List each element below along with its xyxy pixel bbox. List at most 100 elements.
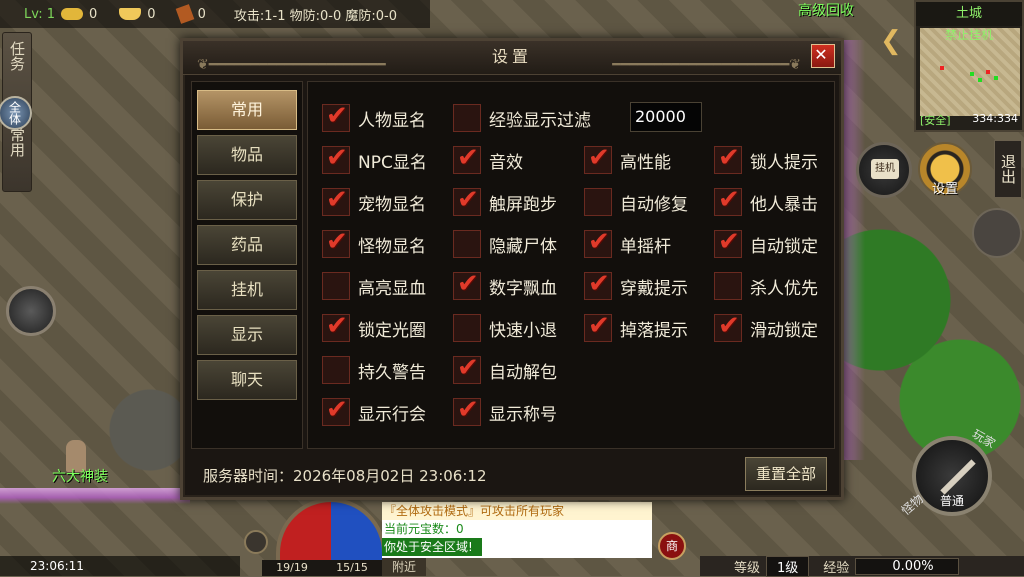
option-label: 杀人优先 xyxy=(750,278,818,299)
settings-gear-button[interactable]: 设置 xyxy=(918,142,972,197)
checkbox[interactable] xyxy=(322,356,350,384)
option-drop-hint[interactable]: 掉落提示 xyxy=(584,311,688,344)
checkbox[interactable] xyxy=(322,143,350,174)
checkbox[interactable] xyxy=(322,395,350,426)
token-icon xyxy=(175,4,194,24)
dialog-titlebar: ❦━━━━━━━━━━━━━━━━━━━━━ 设置 ━━━━━━━━━━━━━━… xyxy=(183,41,841,75)
checkbox[interactable] xyxy=(322,227,350,258)
checkbox[interactable] xyxy=(453,269,481,300)
option-auto-lock[interactable]: 自动锁定 xyxy=(714,227,818,260)
hp-value: 19/19 xyxy=(276,561,308,574)
option-lock-ring[interactable]: 锁定光圈 xyxy=(322,311,426,344)
option-label: 音效 xyxy=(489,152,523,173)
option-label: 人物显名 xyxy=(358,110,426,131)
checkbox[interactable] xyxy=(584,227,612,258)
tab-items[interactable]: 物品 xyxy=(197,135,297,175)
tab-common[interactable]: 常用 xyxy=(197,90,297,130)
checkbox[interactable] xyxy=(453,353,481,384)
minimap[interactable]: 土城 禁止挂机 [安全] 334:334 xyxy=(914,0,1024,132)
combat-stats: 攻击:1-1 物防:0-0 魔防:0-0 xyxy=(233,8,397,24)
option-label: 自动解包 xyxy=(489,362,557,383)
nearby-chat-tab[interactable]: 附近 xyxy=(382,558,426,576)
option-pk-priority[interactable]: 杀人优先 xyxy=(714,270,818,302)
monster-dot-icon xyxy=(986,70,990,74)
option-highlight-hp[interactable]: 高亮显血 xyxy=(322,270,426,302)
checkbox[interactable] xyxy=(714,311,742,342)
chevron-left-icon[interactable]: ❮ xyxy=(880,26,902,56)
chat-line: 『全体攻击模式』可攻击所有玩家 xyxy=(382,502,652,520)
option-label: NPC显名 xyxy=(358,152,427,173)
option-label: 显示行会 xyxy=(358,404,426,425)
checkbox[interactable] xyxy=(584,143,612,174)
npc-name[interactable]: 六大神装 xyxy=(52,466,108,486)
option-label: 他人暴击 xyxy=(750,194,818,215)
settings-dialog: ❦━━━━━━━━━━━━━━━━━━━━━ 设置 ━━━━━━━━━━━━━━… xyxy=(180,38,844,500)
settings-tab-list: 常用 物品 保护 药品 挂机 显示 聊天 xyxy=(191,81,303,449)
grid-menu-icon[interactable] xyxy=(972,208,1022,258)
option-auto-unpack[interactable]: 自动解包 xyxy=(453,353,557,386)
checkbox[interactable] xyxy=(584,269,612,300)
chat-log[interactable]: 『全体攻击模式』可攻击所有玩家 当前元宝数：0 你处于安全区域! xyxy=(382,502,652,558)
exit-button[interactable]: 退出 xyxy=(994,140,1022,198)
option-npc-name[interactable]: NPC显名 xyxy=(322,143,427,176)
checkbox[interactable] xyxy=(584,188,612,216)
checkbox[interactable] xyxy=(322,272,350,300)
option-label: 隐藏尸体 xyxy=(489,236,557,257)
reset-all-button[interactable]: 重置全部 xyxy=(745,457,827,491)
option-monster-name[interactable]: 怪物显名 xyxy=(322,227,426,260)
advanced-recycle-button[interactable]: 高级回收 xyxy=(798,0,854,20)
option-quick-logout[interactable]: 快速小退 xyxy=(453,312,557,344)
tab-display[interactable]: 显示 xyxy=(197,315,297,355)
tab-protect[interactable]: 保护 xyxy=(197,180,297,220)
checkbox[interactable] xyxy=(453,230,481,258)
option-high-performance[interactable]: 高性能 xyxy=(584,143,671,176)
checkbox[interactable] xyxy=(322,311,350,342)
coordinates: 334:334 xyxy=(972,112,1018,125)
option-lock-hint[interactable]: 锁人提示 xyxy=(714,143,818,176)
ingot-icon xyxy=(119,8,142,20)
checkbox[interactable] xyxy=(714,272,742,300)
option-auto-repair[interactable]: 自动修复 xyxy=(584,186,688,218)
checkbox[interactable] xyxy=(714,143,742,174)
checkbox[interactable] xyxy=(453,104,481,132)
close-button[interactable]: ✕ xyxy=(811,44,835,68)
checkbox[interactable] xyxy=(584,311,612,342)
checkbox[interactable] xyxy=(322,185,350,216)
option-swipe-lock[interactable]: 滑动锁定 xyxy=(714,311,818,344)
checkbox[interactable] xyxy=(453,143,481,174)
option-hide-corpse[interactable]: 隐藏尸体 xyxy=(453,228,557,260)
option-equip-hint[interactable]: 穿戴提示 xyxy=(584,269,688,302)
shop-button[interactable]: 商 xyxy=(658,532,686,560)
option-pet-name[interactable]: 宠物显名 xyxy=(322,185,426,218)
checkbox[interactable] xyxy=(714,227,742,258)
task-tab[interactable]: 任务 xyxy=(3,33,31,79)
checkbox[interactable] xyxy=(453,185,481,216)
checkbox[interactable] xyxy=(453,395,481,426)
exp-value: 0.00% xyxy=(855,557,959,575)
option-touch-run[interactable]: 触屏跑步 xyxy=(453,185,557,218)
token-count: 0 xyxy=(197,6,206,22)
option-durability-warning[interactable]: 持久警告 xyxy=(322,354,426,386)
skull-icon[interactable] xyxy=(6,286,56,336)
auto-hang-button[interactable]: 挂机 xyxy=(856,142,912,198)
tab-chat[interactable]: 聊天 xyxy=(197,360,297,400)
option-label: 滑动锁定 xyxy=(750,320,818,341)
option-label: 锁定光圈 xyxy=(358,320,426,341)
option-floating-damage[interactable]: 数字飘血 xyxy=(453,269,557,302)
option-single-joystick[interactable]: 单摇杆 xyxy=(584,227,671,260)
option-show-guild[interactable]: 显示行会 xyxy=(322,395,426,428)
checkbox[interactable] xyxy=(453,314,481,342)
tab-autohang[interactable]: 挂机 xyxy=(197,270,297,310)
option-show-title[interactable]: 显示称号 xyxy=(453,395,557,428)
option-label: 锁人提示 xyxy=(750,152,818,173)
exp-filter-input[interactable]: 20000 xyxy=(630,102,702,132)
checkbox[interactable] xyxy=(714,185,742,216)
tab-potions[interactable]: 药品 xyxy=(197,225,297,265)
small-gear-icon[interactable] xyxy=(244,530,268,554)
option-sound[interactable]: 音效 xyxy=(453,143,523,176)
option-exp-filter[interactable]: 经验显示过滤 xyxy=(453,102,591,134)
option-show-player-name[interactable]: 人物显名 xyxy=(322,101,426,134)
attack-mode-label: 普通 xyxy=(939,494,964,508)
checkbox[interactable] xyxy=(322,101,350,132)
option-others-crit[interactable]: 他人暴击 xyxy=(714,185,818,218)
